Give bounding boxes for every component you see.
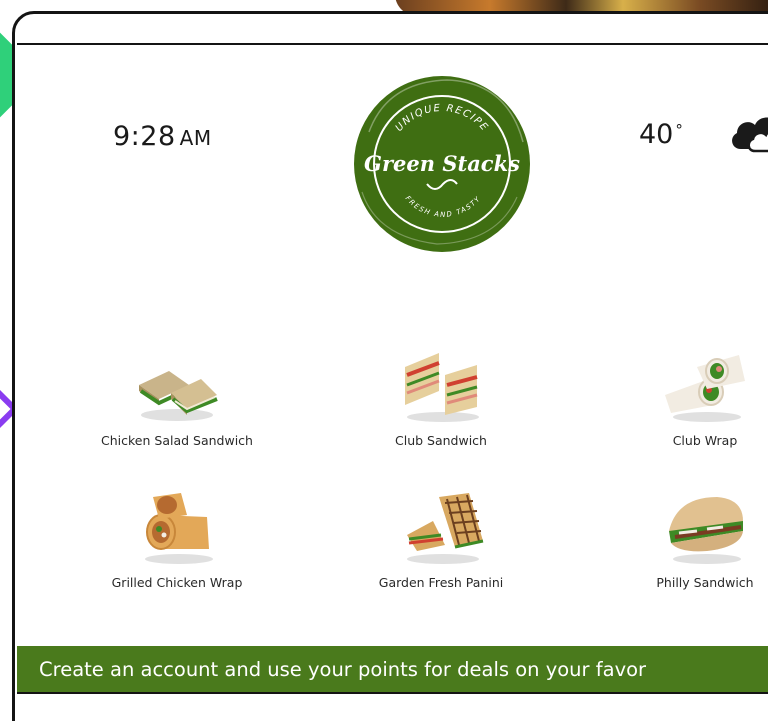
- menu-item-label: Club Sandwich: [395, 433, 487, 448]
- panini-icon: [407, 493, 484, 564]
- temperature: 40 °: [639, 119, 683, 150]
- sub-sandwich-icon: [669, 497, 743, 564]
- green-stacks-logo: UNIQUE RECIPE Green Stacks FRESH AND TAS…: [354, 76, 530, 252]
- menu-item-label: Grilled Chicken Wrap: [111, 575, 243, 590]
- kiosk-device-frame: 9:28 AM 40 ° UNIQUE RECIPE Green Stacks …: [12, 11, 768, 721]
- sandwich-icon: [139, 371, 218, 421]
- clock-time: 9:28: [113, 121, 176, 152]
- menu-item-chicken-salad-sandwich[interactable]: Chicken Salad Sandwich: [77, 345, 277, 448]
- logo-name: Green Stacks: [364, 151, 520, 176]
- clock: 9:28 AM: [113, 121, 212, 152]
- menu-item-club-sandwich[interactable]: Club Sandwich: [341, 345, 541, 448]
- degree-symbol: °: [675, 121, 683, 139]
- club-sandwich-icon: [405, 353, 479, 422]
- promo-banner[interactable]: Create an account and use your points fo…: [17, 646, 768, 694]
- temperature-value: 40: [639, 119, 674, 150]
- menu-item-grilled-chicken-wrap[interactable]: Grilled Chicken Wrap: [77, 487, 277, 590]
- wrap-icon: [665, 355, 745, 422]
- menu-item-club-wrap[interactable]: Club Wrap: [605, 345, 768, 448]
- menu-item-label: Garden Fresh Panini: [378, 575, 504, 590]
- menu-item-label: Club Wrap: [672, 433, 738, 448]
- wrap-icon: [145, 493, 213, 564]
- kiosk-screen: 9:28 AM 40 ° UNIQUE RECIPE Green Stacks …: [17, 43, 768, 695]
- menu-item-garden-fresh-panini[interactable]: Garden Fresh Panini: [341, 487, 541, 590]
- menu-item-label: Chicken Salad Sandwich: [101, 433, 253, 448]
- cloud-icon: [732, 117, 768, 153]
- menu-item-philly-sandwich[interactable]: Philly Sandwich: [605, 487, 768, 590]
- clock-ampm: AM: [179, 126, 212, 150]
- menu-item-label: Philly Sandwich: [656, 575, 754, 590]
- kiosk-screenshot: 9:28 AM 40 ° UNIQUE RECIPE Green Stacks …: [0, 0, 768, 721]
- promo-banner-text: Create an account and use your points fo…: [39, 658, 647, 681]
